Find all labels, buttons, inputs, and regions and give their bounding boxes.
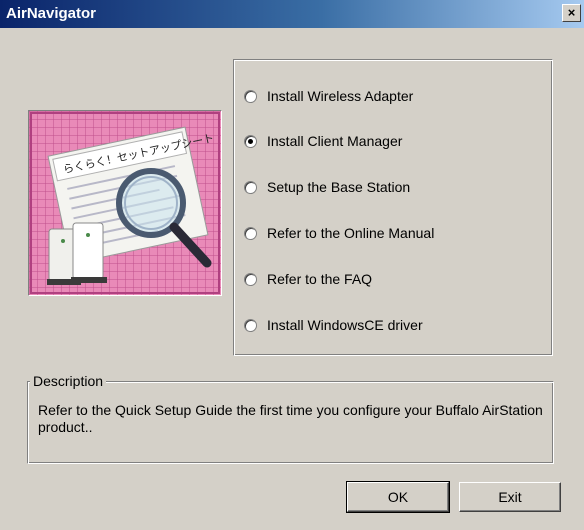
- option-install-client-manager[interactable]: Install Client Manager: [244, 131, 402, 151]
- airnavigator-window: AirNavigator × らくらく！セットアップシート Install Wi…: [0, 0, 584, 530]
- option-label: Install Client Manager: [267, 133, 403, 149]
- option-install-wireless-adapter[interactable]: Install Wireless Adapter: [244, 86, 413, 106]
- option-label: Refer to the Online Manual: [267, 225, 435, 241]
- radio-button[interactable]: [244, 226, 257, 240]
- radio-button-selected[interactable]: [244, 134, 257, 148]
- option-online-manual[interactable]: Refer to the Online Manual: [244, 223, 434, 243]
- option-faq[interactable]: Refer to the FAQ: [244, 269, 372, 289]
- setup-illustration-graphic: らくらく！セットアップシート: [29, 111, 221, 295]
- description-text: Refer to the Quick Setup Guide the first…: [38, 402, 543, 435]
- exit-button[interactable]: Exit: [459, 482, 561, 512]
- option-install-windowsce-driver[interactable]: Install WindowsCE driver: [244, 315, 423, 335]
- option-label: Install WindowsCE driver: [267, 317, 423, 333]
- title-bar[interactable]: AirNavigator ×: [0, 0, 584, 28]
- setup-illustration: らくらく！セットアップシート: [28, 110, 222, 296]
- option-label: Install Wireless Adapter: [267, 88, 414, 104]
- option-setup-base-station[interactable]: Setup the Base Station: [244, 177, 410, 197]
- radio-button[interactable]: [244, 318, 257, 332]
- radio-button[interactable]: [244, 272, 257, 286]
- description-group: Refer to the Quick Setup Guide the first…: [27, 381, 554, 464]
- close-button[interactable]: ×: [562, 4, 581, 22]
- radio-button[interactable]: [244, 180, 257, 194]
- ok-button[interactable]: OK: [346, 481, 450, 513]
- router-devices-icon: [47, 222, 107, 285]
- close-icon: ×: [567, 5, 576, 20]
- option-label: Refer to the FAQ: [267, 271, 373, 287]
- window-title: AirNavigator: [6, 5, 97, 22]
- description-legend: Description: [30, 373, 107, 389]
- action-options-group: Install Wireless Adapter Install Client …: [233, 59, 553, 356]
- option-label: Setup the Base Station: [267, 179, 411, 195]
- radio-button[interactable]: [244, 89, 257, 103]
